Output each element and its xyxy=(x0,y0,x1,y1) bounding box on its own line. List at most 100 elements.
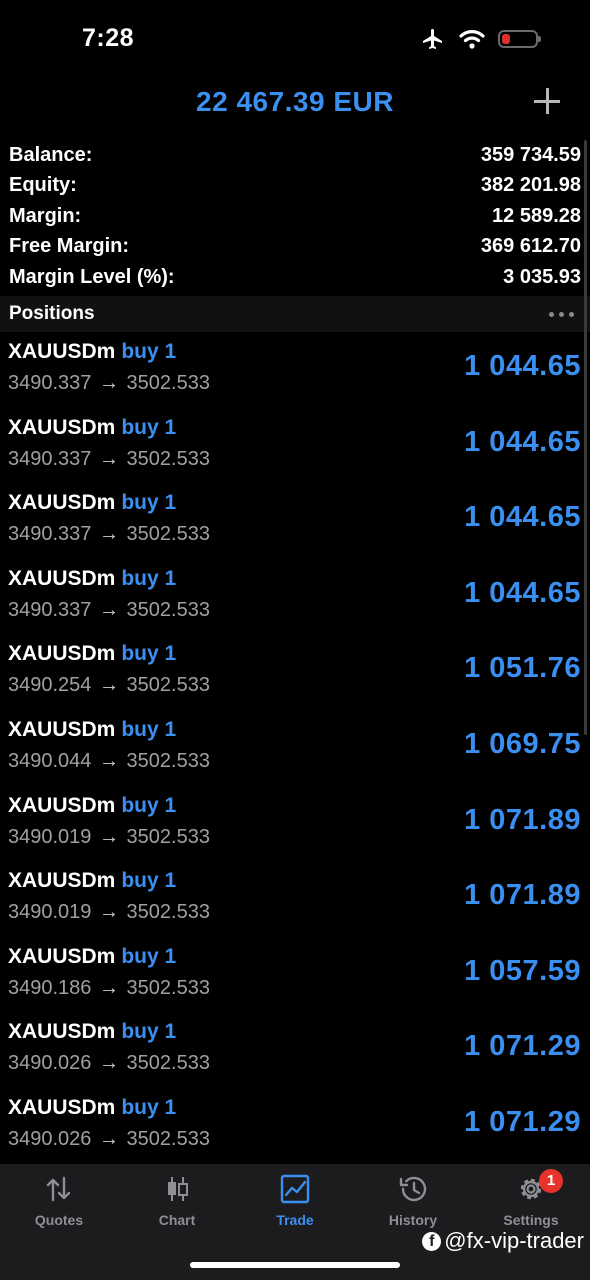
watermark-text: @fx-vip-trader xyxy=(444,1228,584,1253)
position-row[interactable]: XAUUSDm buy 1 3490.337 → 3502.533 1 044.65 xyxy=(0,336,590,412)
position-row[interactable]: XAUUSDm buy 1 3490.044 → 3502.533 1 069.75 xyxy=(0,714,590,790)
current-price: 3502.533 xyxy=(126,976,210,999)
position-type: buy 1 xyxy=(121,491,177,515)
current-price: 3502.533 xyxy=(126,598,210,621)
position-type: buy 1 xyxy=(121,1020,177,1044)
position-profit: 1 044.65 xyxy=(464,501,581,534)
open-price: 3490.026 xyxy=(8,1052,92,1075)
position-row[interactable]: XAUUSDm buy 1 3490.026 → 3502.533 1 071.29 xyxy=(0,1016,590,1092)
position-header: XAUUSDm buy 1 xyxy=(8,1020,176,1044)
arrow-right-icon: → xyxy=(98,1127,119,1150)
current-price: 3502.533 xyxy=(126,523,210,546)
open-price: 3490.337 xyxy=(8,598,92,621)
position-row[interactable]: XAUUSDm buy 1 3490.019 → 3502.533 1 071.89 xyxy=(0,865,590,941)
airplane-icon xyxy=(423,29,442,49)
scrollbar[interactable] xyxy=(584,140,587,735)
position-symbol: XAUUSDm xyxy=(8,1020,116,1044)
position-symbol: XAUUSDm xyxy=(8,642,116,666)
more-options-icon[interactable] xyxy=(549,311,574,317)
position-profit: 1 071.89 xyxy=(464,879,581,912)
position-symbol: XAUUSDm xyxy=(8,491,116,515)
position-row[interactable]: XAUUSDm buy 1 3490.186 → 3502.533 1 057.59 xyxy=(0,941,590,1017)
arrow-right-icon: → xyxy=(98,976,119,999)
position-row[interactable]: XAUUSDm buy 1 3490.026 → 3502.533 1 071.29 xyxy=(0,1092,590,1168)
arrow-right-icon: → xyxy=(98,598,119,621)
arrow-right-icon: → xyxy=(98,523,119,546)
current-price: 3502.533 xyxy=(126,749,210,772)
summary-label: Margin: xyxy=(9,204,82,227)
tab-label: Quotes xyxy=(34,1212,84,1228)
current-price: 3502.533 xyxy=(126,674,210,697)
home-indicator[interactable] xyxy=(190,1262,400,1268)
status-icons xyxy=(420,27,541,51)
summary-row: Margin: 12 589.28 xyxy=(0,201,590,232)
current-price: 3502.533 xyxy=(126,372,210,394)
position-header: XAUUSDm buy 1 xyxy=(8,718,176,742)
position-prices: 3490.337 → 3502.533 xyxy=(8,523,210,546)
add-order-button[interactable] xyxy=(534,88,560,114)
summary-label: Equity: xyxy=(9,174,77,197)
tab-quotes[interactable]: Quotes xyxy=(0,1174,118,1228)
position-header: XAUUSDm buy 1 xyxy=(8,794,176,818)
summary-row: Margin Level (%): 3 035.93 xyxy=(0,262,590,293)
position-symbol: XAUUSDm xyxy=(8,717,116,741)
arrow-right-icon: → xyxy=(98,901,119,924)
position-prices: 3490.186 → 3502.533 xyxy=(8,977,210,1000)
open-price: 3490.337 xyxy=(8,447,92,470)
positions-section-header: Positions xyxy=(0,296,590,332)
notification-badge: 1 xyxy=(539,1169,563,1193)
history-clock-icon xyxy=(399,1176,427,1202)
summary-label: Balance: xyxy=(9,143,93,166)
position-prices: 3490.044 → 3502.533 xyxy=(8,750,210,773)
position-row[interactable]: XAUUSDm buy 1 3490.337 → 3502.533 1 044.65 xyxy=(0,487,590,563)
tab-label: Trade xyxy=(276,1212,314,1228)
position-type: buy 1 xyxy=(121,1095,177,1119)
position-type: buy 1 xyxy=(121,340,177,363)
current-price: 3502.533 xyxy=(126,1127,210,1150)
position-type: buy 1 xyxy=(121,944,177,968)
status-time: 7:28 xyxy=(82,24,135,52)
tab-trade[interactable]: Trade xyxy=(236,1174,354,1228)
position-header: XAUUSDm buy 1 xyxy=(8,340,176,364)
position-row[interactable]: XAUUSDm buy 1 3490.337 → 3502.533 1 044.65 xyxy=(0,412,590,488)
position-symbol: XAUUSDm xyxy=(8,1095,116,1119)
open-price: 3490.019 xyxy=(8,901,92,924)
position-row[interactable]: XAUUSDm buy 1 3490.337 → 3502.533 1 044.65 xyxy=(0,563,590,639)
facebook-icon: f xyxy=(422,1231,442,1251)
position-profit: 1 071.29 xyxy=(464,1105,581,1138)
open-price: 3490.186 xyxy=(8,976,92,999)
tab-settings[interactable]: 1 Settings xyxy=(472,1169,590,1228)
arrow-right-icon: → xyxy=(98,447,119,470)
current-price: 3502.533 xyxy=(126,901,210,924)
position-header: XAUUSDm buy 1 xyxy=(8,869,176,893)
summary-label: Free Margin: xyxy=(9,235,130,258)
position-prices: 3490.026 → 3502.533 xyxy=(8,1128,210,1151)
wifi-icon xyxy=(459,30,485,49)
positions-list: XAUUSDm buy 1 3490.337 → 3502.533 1 044.65 X… xyxy=(0,336,590,1168)
summary-value: 369 612.70 xyxy=(480,235,581,258)
position-profit: 1 044.65 xyxy=(464,425,581,458)
position-symbol: XAUUSDm xyxy=(8,944,116,968)
summary-row: Balance: 359 734.59 xyxy=(0,140,590,171)
open-price: 3490.044 xyxy=(8,749,92,772)
quotes-arrows-icon xyxy=(46,1176,71,1202)
position-row[interactable]: XAUUSDm buy 1 3490.254 → 3502.533 1 051.76 xyxy=(0,638,590,714)
position-profit: 1 071.29 xyxy=(464,1030,581,1063)
tab-history[interactable]: History xyxy=(354,1174,472,1228)
position-type: buy 1 xyxy=(121,642,177,666)
position-profit: 1 044.65 xyxy=(464,576,581,609)
position-type: buy 1 xyxy=(121,869,177,893)
current-price: 3502.533 xyxy=(126,447,210,470)
position-header: XAUUSDm buy 1 xyxy=(8,642,176,666)
tab-label: History xyxy=(388,1212,438,1228)
position-type: buy 1 xyxy=(121,717,177,741)
summary-row: Equity: 382 201.98 xyxy=(0,171,590,202)
position-row[interactable]: XAUUSDm buy 1 3490.019 → 3502.533 1 071.89 xyxy=(0,790,590,866)
tab-chart[interactable]: Chart xyxy=(118,1174,236,1228)
arrow-right-icon: → xyxy=(98,749,119,772)
battery-icon xyxy=(498,30,541,48)
position-type: buy 1 xyxy=(121,566,177,590)
position-profit: 1 069.75 xyxy=(464,727,581,760)
arrow-right-icon: → xyxy=(98,372,119,394)
tab-label: Settings xyxy=(503,1212,559,1228)
